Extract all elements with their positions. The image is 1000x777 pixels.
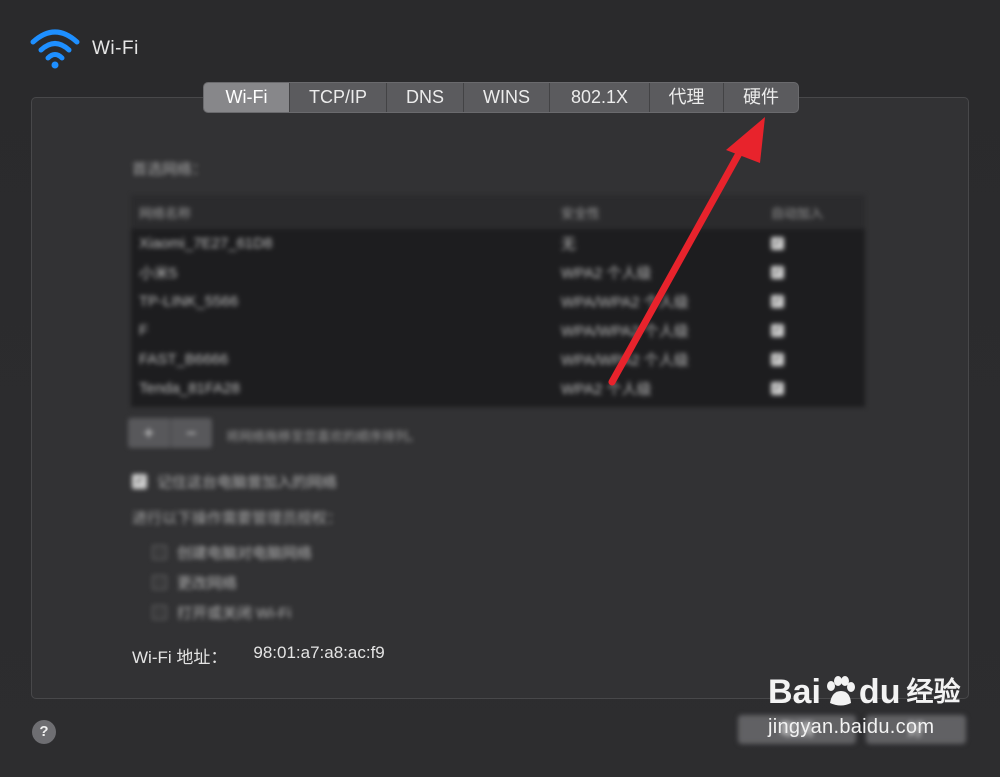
toggle-wifi-checkbox[interactable]: [152, 605, 167, 620]
admin-option-create-network[interactable]: 创建电脑对电脑网络: [152, 542, 312, 563]
network-security: WPA2 个人级: [561, 265, 652, 282]
table-header: 网络名称 安全性 自动加入: [131, 195, 865, 229]
autojoin-checkbox[interactable]: ✓: [771, 353, 784, 366]
tab-dns[interactable]: DNS: [387, 83, 464, 112]
create-network-label: 创建电脑对电脑网络: [177, 545, 313, 562]
admin-option-change-network[interactable]: 更改网络: [152, 572, 237, 593]
tab-hardware[interactable]: 硬件: [724, 83, 798, 112]
paw-icon: [826, 676, 855, 706]
autojoin-checkbox[interactable]: ✓: [771, 295, 784, 308]
window-title: Wi-Fi: [92, 38, 139, 59]
wifi-address-value: 98:01:a7:a8:ac:f9: [253, 643, 385, 662]
column-header-name[interactable]: 网络名称: [131, 203, 561, 222]
network-name: F: [139, 322, 149, 339]
table-row[interactable]: FAST_B6666 WPA/WPA2 个人级 ✓: [131, 345, 865, 374]
change-network-checkbox[interactable]: [152, 575, 167, 590]
add-network-button[interactable]: +: [128, 418, 171, 448]
tab-wins[interactable]: WINS: [464, 83, 550, 112]
tab-proxy[interactable]: 代理: [650, 83, 724, 112]
autojoin-checkbox[interactable]: ✓: [771, 237, 784, 250]
create-network-checkbox[interactable]: [152, 545, 167, 560]
baidu-watermark: Bai du 经验 jingyan.baidu.com: [768, 672, 960, 739]
tab-wifi[interactable]: Wi-Fi: [204, 83, 290, 112]
remember-networks-checkbox[interactable]: ✓: [132, 474, 147, 489]
remove-network-button[interactable]: −: [171, 418, 213, 448]
network-security: WPA/WPA2 个人级: [561, 352, 689, 369]
network-security: WPA/WPA2 个人级: [561, 294, 689, 311]
network-name: TP-LINK_5566: [139, 293, 239, 310]
wifi-icon: [30, 29, 80, 69]
remember-networks-label: 记住这台电脑曾加入的网络: [157, 474, 338, 491]
network-security: 无: [561, 236, 577, 253]
network-security: WPA2 个人级: [561, 381, 652, 398]
preferred-networks-label: 首选网络：: [132, 161, 208, 178]
autojoin-checkbox[interactable]: ✓: [771, 382, 784, 395]
network-name: Xiaomi_7E27_61D8: [139, 235, 273, 252]
tab-8021x[interactable]: 802.1X: [550, 83, 650, 112]
toggle-wifi-label: 打开或关闭 Wi-Fi: [177, 605, 292, 622]
wifi-address: Wi-Fi 地址： 98:01:a7:a8:ac:f9: [132, 643, 385, 668]
help-button[interactable]: ?: [32, 720, 56, 744]
table-row[interactable]: Xiaomi_7E27_61D8 无 ✓: [131, 229, 865, 258]
watermark-url: jingyan.baidu.com: [768, 716, 935, 738]
network-name: 小米5: [139, 265, 178, 282]
add-remove-buttons: + −: [128, 418, 212, 448]
tab-bar: Wi-Fi TCP/IP DNS WINS 802.1X 代理 硬件: [203, 82, 799, 113]
networks-table: 网络名称 安全性 自动加入 Xiaomi_7E27_61D8 无 ✓ 小米5 W…: [131, 195, 865, 407]
column-header-autojoin[interactable]: 自动加入: [771, 203, 865, 222]
tab-tcpip[interactable]: TCP/IP: [290, 83, 387, 112]
network-name: FAST_B6666: [139, 351, 229, 368]
admin-section-label: 进行以下操作需要管理员授权：: [132, 510, 343, 527]
network-name: Tenda_81FA28: [139, 380, 240, 397]
drag-hint: 将网络拖移至您喜欢的顺序排列。: [226, 429, 422, 444]
table-row[interactable]: Tenda_81FA28 WPA2 个人级 ✓: [131, 374, 865, 403]
wifi-address-label: Wi-Fi 地址：: [132, 648, 228, 667]
table-row[interactable]: 小米5 WPA2 个人级 ✓: [131, 258, 865, 287]
watermark-brand-2: du: [858, 673, 901, 711]
remember-networks-option[interactable]: ✓ 记住这台电脑曾加入的网络: [132, 471, 337, 492]
admin-option-toggle-wifi[interactable]: 打开或关闭 Wi-Fi: [152, 602, 291, 623]
autojoin-checkbox[interactable]: ✓: [771, 266, 784, 279]
change-network-label: 更改网络: [177, 575, 238, 592]
watermark-cn: 经验: [906, 677, 961, 707]
table-row[interactable]: TP-LINK_5566 WPA/WPA2 个人级 ✓: [131, 287, 865, 316]
window-header: Wi-Fi: [30, 28, 139, 70]
network-security: WPA/WPA2 个人级: [561, 323, 689, 340]
column-header-security[interactable]: 安全性: [561, 203, 771, 222]
autojoin-checkbox[interactable]: ✓: [771, 324, 784, 337]
table-row[interactable]: F WPA/WPA2 个人级 ✓: [131, 316, 865, 345]
watermark-brand: Bai: [768, 673, 821, 711]
